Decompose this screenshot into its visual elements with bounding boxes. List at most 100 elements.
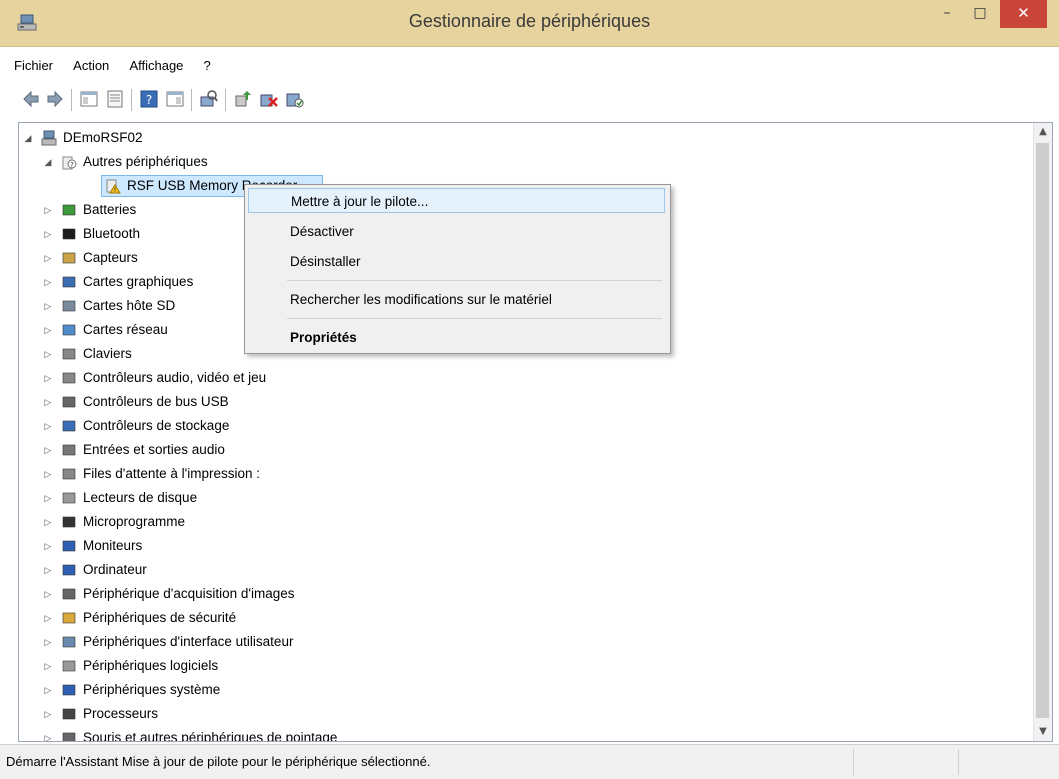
close-button[interactable]: ✕ (1000, 0, 1047, 28)
scroll-thumb[interactable] (1036, 143, 1049, 718)
collapsed-arrow-icon[interactable]: ▷ (43, 607, 53, 629)
menu-item-label: Propriétés (290, 330, 357, 345)
collapsed-arrow-icon[interactable]: ▷ (43, 247, 53, 269)
vertical-scrollbar[interactable]: ▲ ▼ (1033, 123, 1052, 741)
tree-category[interactable]: ▷ Microprogramme (19, 511, 519, 533)
collapsed-arrow-icon[interactable]: ▷ (43, 727, 53, 741)
network-adapter-icon (62, 324, 76, 336)
uninstall-device-icon[interactable] (259, 89, 279, 109)
collapsed-arrow-icon[interactable]: ▷ (43, 511, 53, 533)
tree-category[interactable]: ▷ Processeurs (19, 703, 519, 725)
tree-category-label: Périphérique d'acquisition d'images (83, 586, 295, 601)
back-arrow-icon[interactable] (21, 89, 41, 109)
tree-category-label: Ordinateur (83, 562, 147, 577)
tree-category[interactable]: ▷ Lecteurs de disque (19, 487, 519, 509)
menu-item-disable[interactable]: Désactiver (248, 219, 665, 244)
tree-category-label: Autres périphériques (83, 154, 208, 169)
collapsed-arrow-icon[interactable]: ▷ (43, 439, 53, 461)
scan-hardware-icon[interactable] (199, 89, 219, 109)
tree-category[interactable]: ▷ Périphériques de sécurité (19, 607, 519, 629)
title-bar[interactable]: Gestionnaire de périphériques – □ ✕ (0, 0, 1059, 47)
menu-bar: Fichier Action Affichage ? (6, 56, 219, 80)
collapsed-arrow-icon[interactable]: ▷ (43, 583, 53, 605)
system-device-icon (62, 684, 76, 696)
device-manager-window: Gestionnaire de périphériques – □ ✕ Fich… (0, 0, 1059, 779)
collapsed-arrow-icon[interactable]: ▷ (43, 535, 53, 557)
collapsed-arrow-icon[interactable]: ▷ (43, 559, 53, 581)
menu-affichage[interactable]: Affichage (121, 56, 191, 75)
collapsed-arrow-icon[interactable]: ▷ (43, 391, 53, 413)
update-driver-icon[interactable] (233, 89, 253, 109)
battery-icon (62, 204, 76, 216)
scroll-up-icon[interactable]: ▲ (1034, 123, 1052, 141)
tree-category[interactable]: ▷ Périphériques système (19, 679, 519, 701)
svg-text:?: ? (70, 161, 74, 169)
monitor-icon (62, 540, 76, 552)
context-menu: Mettre à jour le pilote... Désactiver Dé… (244, 184, 671, 354)
collapsed-arrow-icon[interactable]: ▷ (43, 415, 53, 437)
menu-item-scan-hardware[interactable]: Rechercher les modifications sur le maté… (248, 287, 665, 312)
collapsed-arrow-icon[interactable]: ▷ (43, 223, 53, 245)
tree-category[interactable]: ▷ Moniteurs (19, 535, 519, 557)
collapsed-arrow-icon[interactable]: ▷ (43, 655, 53, 677)
status-divider (853, 749, 854, 775)
tree-category-label: Souris et autres périphériques de pointa… (83, 730, 338, 742)
menu-item-label: Rechercher les modifications sur le maté… (290, 292, 552, 307)
bluetooth-icon (62, 228, 76, 240)
collapsed-arrow-icon[interactable]: ▷ (43, 703, 53, 725)
collapsed-arrow-icon[interactable]: ▷ (43, 487, 53, 509)
forward-arrow-icon[interactable] (45, 89, 65, 109)
collapsed-arrow-icon[interactable]: ▷ (43, 679, 53, 701)
tree-category[interactable]: ▷ Contrôleurs de bus USB (19, 391, 519, 413)
menu-help[interactable]: ? (196, 56, 219, 75)
status-text: Démarre l'Assistant Mise à jour de pilot… (6, 754, 431, 769)
scroll-down-icon[interactable]: ▼ (1034, 723, 1052, 741)
expanded-arrow-icon[interactable]: ◢ (43, 151, 53, 173)
view-panel-icon[interactable] (165, 89, 185, 109)
display-adapter-icon (62, 276, 76, 288)
tree-category-label: Contrôleurs de stockage (83, 418, 230, 433)
tree-category[interactable]: ▷ Contrôleurs audio, vidéo et jeu (19, 367, 519, 389)
menu-action[interactable]: Action (65, 56, 117, 75)
menu-item-update-driver[interactable]: Mettre à jour le pilote... (248, 188, 665, 213)
tree-root[interactable]: ◢ DEmoRSF02 (19, 127, 419, 149)
tree-category[interactable]: ▷ Souris et autres périphériques de point… (19, 727, 519, 742)
help-icon[interactable]: ? (139, 89, 159, 109)
tree-category[interactable]: ▷ Périphérique d'acquisition d'images (19, 583, 519, 605)
maximize-button[interactable]: □ (965, 0, 995, 28)
tree-category[interactable]: ▷ Ordinateur (19, 559, 519, 581)
tree-category[interactable]: ▷ Périphériques d'interface utilisateur (19, 631, 519, 653)
menu-item-uninstall[interactable]: Désinstaller (248, 249, 665, 274)
firmware-icon (62, 516, 76, 528)
hid-icon (62, 636, 76, 648)
menu-item-properties[interactable]: Propriétés (248, 325, 665, 350)
storage-controller-icon (62, 420, 76, 432)
collapsed-arrow-icon[interactable]: ▷ (43, 319, 53, 341)
tree-category-label: Processeurs (83, 706, 159, 721)
collapsed-arrow-icon[interactable]: ▷ (43, 271, 53, 293)
enable-device-icon[interactable] (285, 89, 305, 109)
sd-host-icon (62, 300, 76, 312)
tree-category[interactable]: ▷ Contrôleurs de stockage (19, 415, 519, 437)
show-hide-tree-icon[interactable] (79, 89, 99, 109)
usb-controller-icon (62, 396, 76, 408)
properties-sheet-icon[interactable] (105, 89, 125, 109)
tree-category[interactable]: ▷ Entrées et sorties audio (19, 439, 519, 461)
minimize-button[interactable]: – (933, 0, 961, 28)
collapsed-arrow-icon[interactable]: ▷ (43, 199, 53, 221)
tree-category-label: Batteries (83, 202, 137, 217)
collapsed-arrow-icon[interactable]: ▷ (43, 343, 53, 365)
collapsed-arrow-icon[interactable]: ▷ (43, 463, 53, 485)
tree-category-label: Périphériques logiciels (83, 658, 219, 673)
tree-category[interactable]: ▷ Périphériques logiciels (19, 655, 519, 677)
tree-category-other-devices[interactable]: ◢ ? Autres périphériques (19, 151, 419, 173)
menu-separator (287, 280, 662, 281)
collapsed-arrow-icon[interactable]: ▷ (43, 295, 53, 317)
menu-fichier[interactable]: Fichier (6, 56, 61, 75)
processor-icon (62, 708, 76, 720)
expanded-arrow-icon[interactable]: ◢ (23, 127, 33, 149)
collapsed-arrow-icon[interactable]: ▷ (43, 631, 53, 653)
collapsed-arrow-icon[interactable]: ▷ (43, 367, 53, 389)
tree-category[interactable]: ▷ Files d'attente à l'impression : (19, 463, 519, 485)
window-title: Gestionnaire de périphériques (408, 11, 651, 31)
